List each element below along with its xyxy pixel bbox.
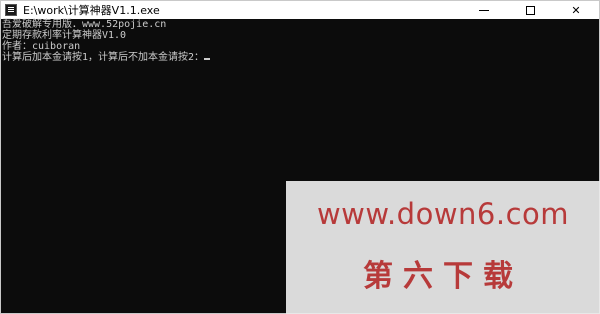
window-title: E:\work\计算神器V1.1.exe: [23, 4, 160, 17]
watermark-site-name: 第六下载: [363, 259, 523, 294]
minimize-button[interactable]: [461, 1, 507, 19]
console-prompt-line: 计算后加本金请按1，计算后不加本金请按2：: [2, 52, 599, 63]
console-app-icon[interactable]: [5, 4, 17, 16]
console-line-2: 定期存款利率计算神器V1.0: [2, 30, 127, 41]
close-button[interactable]: ✕: [553, 1, 599, 19]
title-bar[interactable]: E:\work\计算神器V1.1.exe ✕: [1, 1, 599, 19]
minimize-icon: [479, 9, 489, 11]
close-icon: ✕: [571, 3, 581, 17]
console-line-3: 作者：cuiboran: [2, 41, 81, 52]
text-cursor: [204, 58, 211, 60]
window-controls: ✕: [461, 1, 599, 19]
watermark-url: www.down6.com: [316, 197, 570, 231]
console-line-1: 吾爱破解专用版．www.52pojie.cn: [2, 19, 167, 30]
console-prompt-text: 计算后加本金请按1，计算后不加本金请按2：: [2, 52, 205, 63]
watermark-overlay: www.down6.com 第六下载: [286, 181, 600, 314]
maximize-icon: [525, 5, 535, 15]
maximize-button[interactable]: [507, 1, 553, 19]
